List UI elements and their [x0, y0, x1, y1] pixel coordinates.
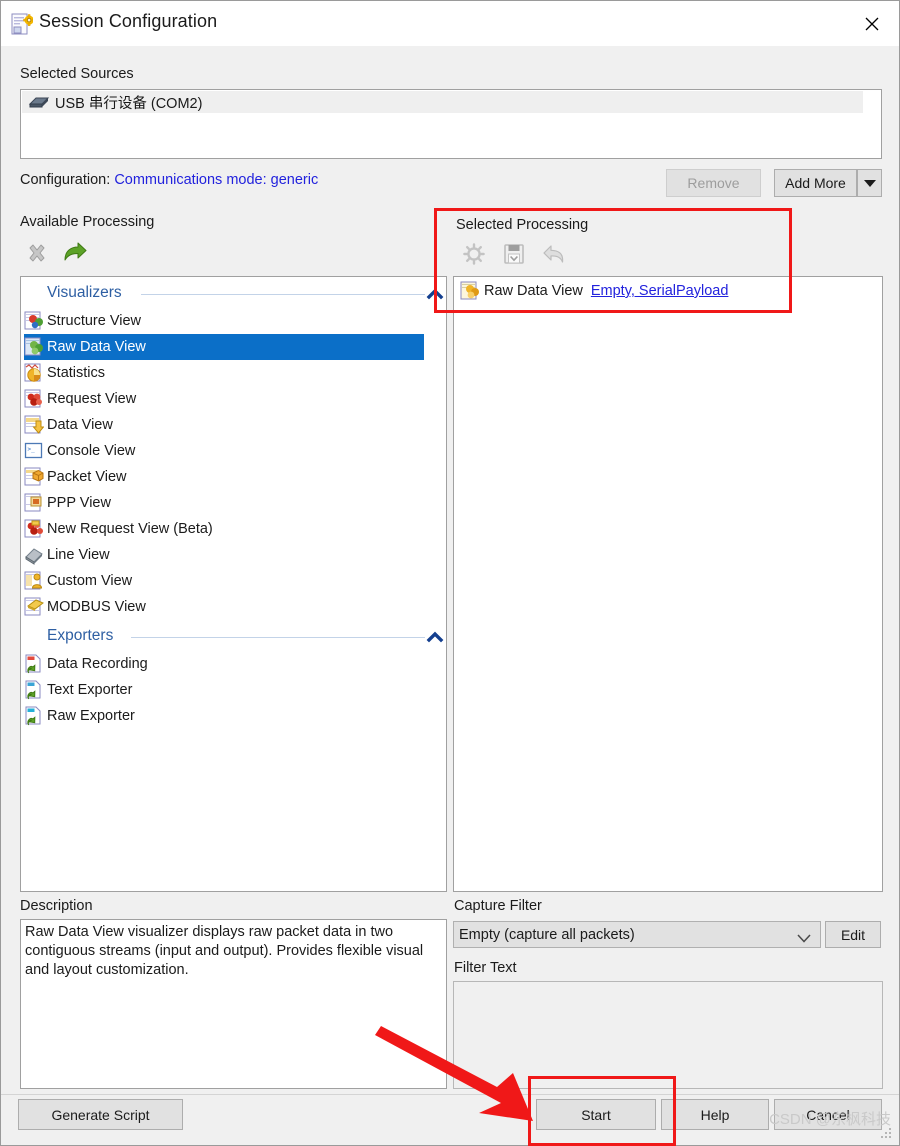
source-name: USB 串行设备 (COM2)	[55, 95, 203, 112]
list-item[interactable]: Raw Data View Empty, SerialPayload	[455, 278, 883, 304]
list-item[interactable]: Structure View	[24, 308, 424, 334]
modbus-view-icon	[24, 597, 44, 617]
help-button[interactable]: Help	[661, 1099, 769, 1130]
list-item-label: Raw Exporter	[47, 708, 135, 724]
page-title: Session Configuration	[39, 11, 218, 31]
resize-grip-icon[interactable]	[881, 1128, 893, 1140]
selected-processing-item-label: Raw Data View	[484, 283, 583, 299]
add-more-button[interactable]: Add More	[774, 169, 857, 197]
list-item-label: Text Exporter	[47, 682, 133, 698]
close-icon[interactable]	[857, 9, 887, 39]
list-item-label: Console View	[47, 443, 136, 459]
custom-view-icon	[24, 571, 44, 591]
list-item-label: Raw Data View	[47, 339, 146, 355]
floppy-disk-icon[interactable]	[501, 241, 527, 267]
list-item-label: MODBUS View	[47, 599, 146, 615]
list-item[interactable]: Text Exporter	[24, 677, 424, 703]
green-arrow-right-icon[interactable]	[62, 241, 88, 267]
list-item[interactable]: USB 串行设备 (COM2)	[22, 91, 863, 113]
configuration-value[interactable]: Communications mode: generic	[114, 172, 318, 188]
title-bar: Session Configuration	[1, 1, 899, 46]
list-item[interactable]: Custom View	[24, 568, 424, 594]
list-item[interactable]: Statistics	[24, 360, 424, 386]
list-item[interactable]: Request View	[24, 386, 424, 412]
x-icon[interactable]	[24, 241, 50, 267]
chevron-up-icon[interactable]	[426, 288, 444, 300]
generate-script-button[interactable]: Generate Script	[18, 1099, 183, 1130]
selected-processing-item-link[interactable]: Empty, SerialPayload	[591, 283, 729, 299]
selected-processing-list[interactable]: Raw Data View Empty, SerialPayload	[453, 276, 883, 892]
data-view-icon	[24, 415, 45, 435]
list-item-raw-data-view[interactable]: Raw Data View	[24, 334, 424, 360]
gear-icon[interactable]	[461, 241, 487, 267]
watermark: CSDN @东枫科技	[769, 1111, 891, 1128]
list-item-label: Packet View	[47, 469, 127, 485]
configuration-label: Configuration:	[20, 172, 111, 188]
structure-view-icon	[24, 311, 44, 331]
list-item[interactable]: Line View	[24, 542, 424, 568]
group-title: Exporters	[47, 627, 114, 644]
chevron-down-icon	[797, 931, 811, 947]
available-processing-list[interactable]: Visualizers Structure View Raw Data View…	[20, 276, 447, 892]
console-view-icon: >_	[24, 441, 44, 461]
list-item-label: New Request View (Beta)	[47, 521, 213, 537]
list-item-label: Data View	[47, 417, 113, 433]
list-item-label: Request View	[47, 391, 137, 407]
selected-sources-list[interactable]: USB 串行设备 (COM2)	[20, 89, 882, 159]
selected-sources-label: Selected Sources	[20, 66, 134, 82]
list-item[interactable]: Raw Exporter	[24, 703, 424, 729]
statistics-icon	[24, 363, 44, 383]
list-item-label: Statistics	[47, 365, 106, 381]
capture-filter-select[interactable]: Empty (capture all packets)	[453, 921, 821, 948]
remove-button[interactable]: Remove	[666, 169, 761, 197]
list-item[interactable]: Data View	[24, 412, 424, 438]
list-item-label: PPP View	[47, 495, 111, 511]
footer-divider	[1, 1094, 899, 1095]
text-exporter-icon	[24, 680, 44, 700]
group-header-visualizers[interactable]: Visualizers	[21, 281, 446, 306]
list-item[interactable]: Packet View	[24, 464, 424, 490]
list-item[interactable]: Data Recording	[24, 651, 424, 677]
filter-text-input[interactable]	[453, 981, 883, 1089]
raw-exporter-icon	[24, 706, 44, 726]
serial-device-icon	[28, 94, 50, 110]
request-view-icon	[24, 389, 44, 409]
svg-text:>_: >_	[28, 446, 36, 453]
description-panel: Raw Data View visualizer displays raw pa…	[20, 919, 447, 1089]
capture-filter-edit-button[interactable]: Edit	[825, 921, 881, 948]
available-processing-label: Available Processing	[20, 214, 155, 230]
session-configuration-dialog: Session Configuration Selected Sources U…	[0, 0, 900, 1146]
raw-data-view-icon	[24, 337, 44, 357]
list-item-label: Custom View	[47, 573, 133, 589]
list-item-label: Data Recording	[47, 656, 148, 672]
undo-arrow-icon[interactable]	[541, 241, 567, 267]
capture-filter-value: Empty (capture all packets)	[459, 926, 635, 943]
packet-view-icon	[24, 467, 44, 487]
raw-data-view-icon	[460, 281, 480, 301]
list-item[interactable]: PPP View	[24, 490, 424, 516]
chevron-up-icon[interactable]	[426, 631, 444, 643]
ppp-view-icon	[24, 493, 44, 513]
list-item[interactable]: >_ Console View	[24, 438, 424, 464]
new-request-view-icon	[24, 519, 44, 539]
list-item[interactable]: New Request View (Beta)	[24, 516, 424, 542]
description-label: Description	[20, 898, 93, 914]
group-title: Visualizers	[47, 284, 122, 301]
caret-down-icon	[863, 180, 876, 187]
configuration-line: Configuration: Communications mode: gene…	[20, 172, 318, 188]
session-config-icon	[11, 13, 35, 35]
data-recording-icon	[24, 654, 44, 674]
selected-processing-label: Selected Processing	[456, 217, 589, 233]
line-view-icon	[24, 545, 44, 565]
list-item-label: Line View	[47, 547, 110, 563]
capture-filter-label: Capture Filter	[454, 898, 542, 914]
description-text: Raw Data View visualizer displays raw pa…	[25, 924, 424, 978]
start-button[interactable]: Start	[536, 1099, 656, 1130]
group-header-exporters[interactable]: Exporters	[21, 624, 446, 649]
add-more-dropdown-button[interactable]	[857, 169, 882, 197]
list-item[interactable]: MODBUS View	[24, 594, 424, 620]
filter-text-label: Filter Text	[454, 960, 517, 976]
list-item-label: Structure View	[47, 313, 142, 329]
